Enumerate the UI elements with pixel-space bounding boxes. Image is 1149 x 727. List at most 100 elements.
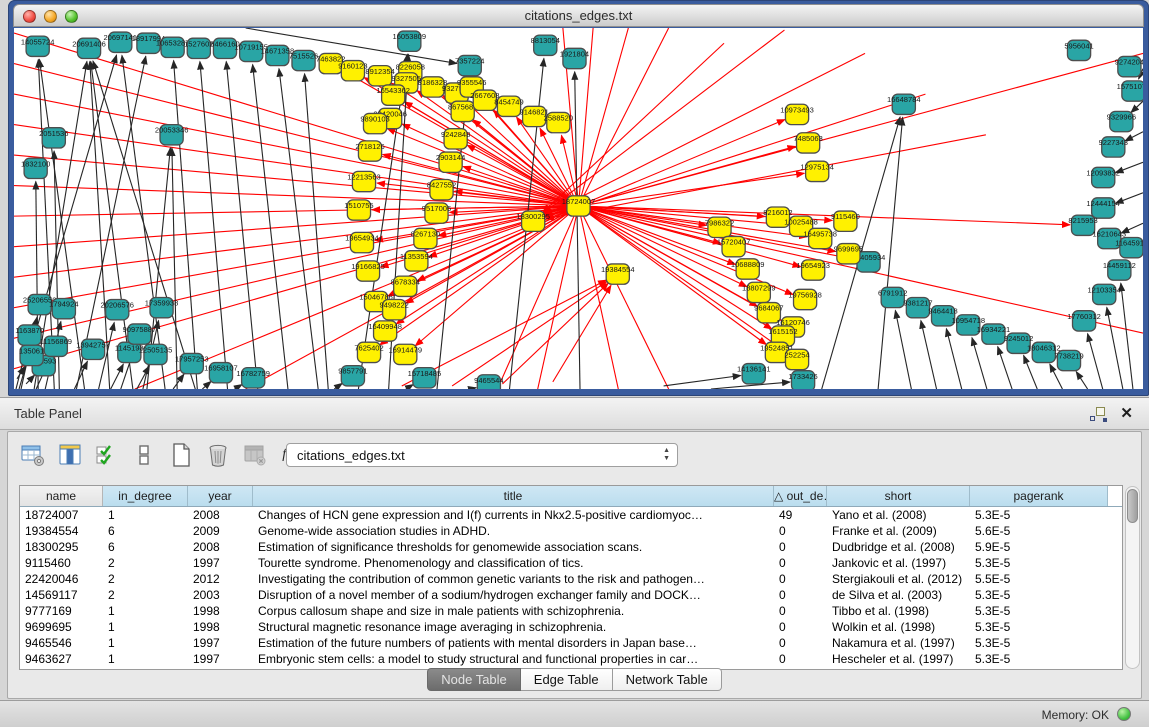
graph-node-label: 18807299 (742, 283, 776, 292)
column-header-name[interactable]: name (20, 486, 103, 506)
column-header-year[interactable]: year (188, 486, 253, 506)
graph-node-label: 12975134 (800, 162, 834, 171)
table-cell: 0 (774, 523, 827, 539)
table-cell: 1998 (188, 603, 253, 619)
column-header-pagerank[interactable]: pagerank (970, 486, 1108, 506)
column-header-indegree[interactable]: in_degree (103, 486, 188, 506)
graph-node-label: 16782759 (236, 369, 270, 378)
graph-node-label: 8912354 (365, 67, 394, 76)
float-window-icon[interactable] (1090, 407, 1105, 421)
table-body: 1872400712008Changes of HCN gene express… (20, 507, 1122, 667)
tab-node-table[interactable]: Node Table (427, 668, 521, 691)
graph-node-label: 9684067 (754, 304, 783, 313)
table-toolbar: f(x) (20, 441, 305, 469)
scrollbar-thumb[interactable] (1127, 489, 1138, 523)
graph-node-label: 9464418 (928, 307, 957, 316)
select-rows-icon[interactable] (94, 442, 120, 468)
graph-node-label: 1794924 (49, 300, 78, 309)
graph-node-label: 9115460 (831, 212, 860, 221)
table-cell: 2008 (188, 507, 253, 523)
table-cell: 1997 (188, 651, 253, 667)
table-cell: 1997 (188, 555, 253, 571)
column-header-short[interactable]: short (827, 486, 970, 506)
graph-edge (334, 383, 342, 389)
table-row[interactable]: 946362711997Embryonic stem cells: a mode… (20, 651, 1122, 667)
graph-edge (895, 310, 911, 389)
graph-node-label: 9242848 (441, 130, 470, 139)
node-table: namein_degreeyeartitle△ out_de…shortpage… (19, 485, 1123, 670)
graph-edge (226, 61, 257, 389)
graph-node-label: 13942757 (76, 340, 110, 349)
graph-node-label: 16409948 (368, 322, 402, 331)
table-cell: 18300295 (20, 539, 103, 555)
column-header-title[interactable]: title (253, 486, 774, 506)
graph-node-label: 16648784 (887, 95, 921, 104)
graph-node-label: 90975887 (123, 325, 157, 334)
table-cell: 5.3E-5 (970, 619, 1108, 635)
graph-edge (972, 338, 987, 389)
table-row[interactable]: 946554611997Estimation of the future num… (20, 635, 1122, 651)
graph-node-label: 20206576 (100, 301, 134, 310)
delete-table-icon[interactable] (205, 442, 231, 468)
graph-node-label: 10025488 (784, 217, 818, 226)
table-selector-dropdown[interactable]: citations_edges.txt ▲▼ (286, 443, 678, 467)
graph-node-label: 7515526 (289, 51, 318, 60)
table-row[interactable]: 2242004622012Investigating the contribut… (20, 571, 1122, 587)
table-cell: 5.3E-5 (970, 555, 1108, 571)
graph-node-label: 7485063 (793, 134, 822, 143)
graph-node-label: 7986322 (705, 218, 734, 227)
graph-edge (497, 206, 578, 389)
table-cell: 9699695 (20, 619, 103, 635)
network-canvas[interactable]: 1405572420691406206971411891799410653287… (14, 28, 1143, 389)
graph-node-label: 20691406 (72, 39, 106, 48)
network-graph[interactable]: 1405572420691406206971411891799410653287… (14, 28, 1143, 389)
graph-node-label: 20053346 (155, 126, 189, 135)
table-cell: Dudbridge et al. (2008) (827, 539, 970, 555)
window-title: citations_edges.txt (14, 8, 1143, 23)
new-table-icon[interactable] (168, 442, 194, 468)
table-cell: 2008 (188, 539, 253, 555)
table-row[interactable]: 911546021997Tourette syndrome. Phenomeno… (20, 555, 1122, 571)
graph-node-label: 16958107 (204, 364, 238, 373)
table-cell: 1 (103, 635, 188, 651)
graph-edge (14, 206, 579, 277)
graph-edge (14, 64, 579, 206)
graph-node-label: 12103354 (1087, 285, 1121, 294)
column-header-outde[interactable]: △ out_de… (774, 486, 827, 506)
table-cell: 5.3E-5 (970, 507, 1108, 523)
table-settings-icon[interactable] (20, 442, 46, 468)
table-cell: 9465546 (20, 635, 103, 651)
graph-node-label: 15718485 (408, 369, 442, 378)
graph-node-label: 8813054 (531, 36, 560, 45)
table-row[interactable]: 1456911722003Disruption of a novel membe… (20, 587, 1122, 603)
tab-edge-table[interactable]: Edge Table (521, 668, 613, 691)
table-row[interactable]: 1938455462009Genome-wide association stu… (20, 523, 1122, 539)
graph-node-label: 9227343 (1099, 138, 1128, 147)
graph-node-label: 9355546 (457, 78, 486, 87)
table-row[interactable]: 969969511998Structural magnetic resonanc… (20, 619, 1122, 635)
graph-node-label: 8267130 (411, 229, 440, 238)
table-vertical-scrollbar[interactable] (1125, 486, 1140, 669)
graph-node-label: 2718126 (355, 142, 384, 151)
table-cell: 18724007 (20, 507, 103, 523)
memory-status-indicator-icon (1117, 707, 1131, 721)
tab-network-table[interactable]: Network Table (613, 668, 722, 691)
graph-edge (202, 381, 211, 389)
graph-edge (946, 329, 961, 389)
stacked-boxes-icon[interactable] (131, 442, 157, 468)
graph-node-label: 11353594 (400, 252, 433, 261)
table-row[interactable]: 977716911998Corpus callosum shape and si… (20, 603, 1122, 619)
table-row[interactable]: 1872400712008Changes of HCN gene express… (20, 507, 1122, 523)
graph-node-label: 9699695 (834, 245, 863, 254)
graph-node-label: 1921804 (560, 49, 589, 58)
graph-node-label: 1615152 (768, 327, 797, 336)
graph-node-label: 7738219 (1054, 351, 1083, 360)
table-panel: f(x) citations_edges.txt ▲▼ namein_degre… (7, 431, 1142, 699)
graph-node-label: 8427552 (427, 181, 456, 190)
column-chooser-icon[interactable] (57, 442, 83, 468)
window-titlebar[interactable]: citations_edges.txt (13, 4, 1144, 27)
table-row[interactable]: 1830029562008Estimation of significance … (20, 539, 1122, 555)
graph-node-label: 1832100 (21, 159, 50, 168)
graph-node-label: 7625402 (354, 343, 383, 352)
close-panel-icon[interactable]: ✕ (1120, 404, 1133, 422)
